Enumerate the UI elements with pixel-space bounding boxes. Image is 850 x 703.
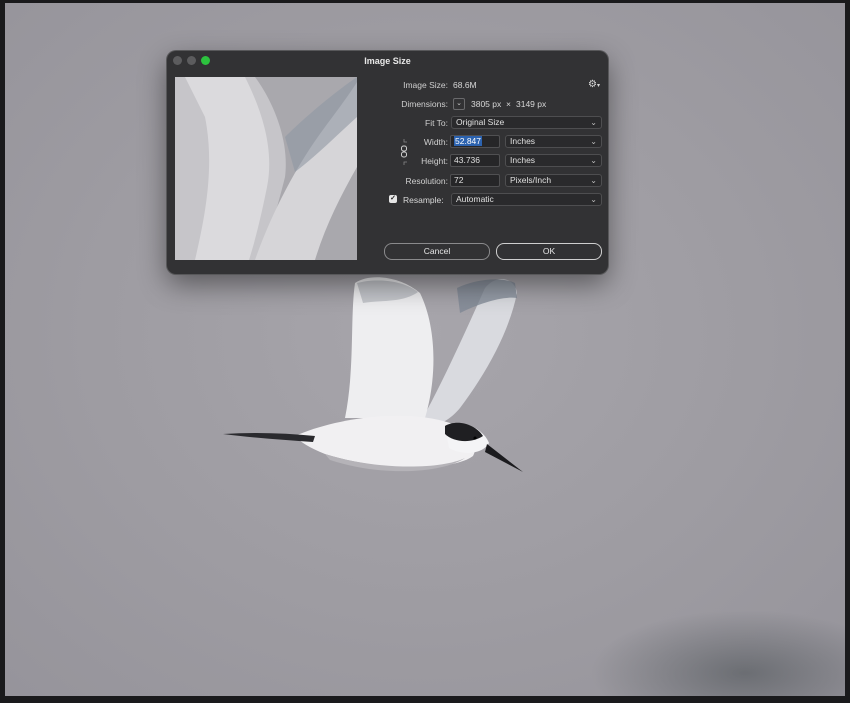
resolution-label: Resolution: — [405, 176, 448, 186]
gear-icon[interactable]: ⚙▾ — [588, 79, 600, 90]
fit-to-value: Original Size — [456, 117, 505, 127]
dimensions-label: Dimensions: — [401, 99, 448, 109]
width-value: 52.847 — [454, 136, 482, 146]
dialog-title: Image Size — [364, 56, 411, 66]
width-unit-select[interactable]: Inches ⌄ — [505, 135, 602, 148]
dimensions-height-value: 3149 px — [516, 99, 547, 109]
tern-photo — [223, 277, 523, 472]
resample-label: Resample: — [403, 195, 444, 205]
titlebar: Image Size — [167, 51, 608, 71]
width-unit-value: Inches — [510, 136, 536, 146]
ok-button[interactable]: OK — [496, 243, 602, 260]
resolution-input[interactable]: 72 — [450, 174, 500, 187]
resample-checkbox[interactable]: ✓ — [389, 195, 397, 203]
image-size-label: Image Size: — [403, 80, 448, 90]
chevron-down-icon: ⌄ — [456, 100, 462, 107]
chevron-down-icon: ⌄ — [590, 195, 597, 204]
cancel-button[interactable]: Cancel — [384, 243, 490, 260]
chevron-down-icon: ⌄ — [590, 137, 597, 146]
height-label: Height: — [421, 156, 448, 166]
dimensions-width-value: 3805 px — [471, 99, 502, 109]
height-input[interactable]: 43.736 — [450, 154, 500, 167]
resolution-value: 72 — [454, 175, 464, 185]
height-value: 43.736 — [454, 155, 480, 165]
dimensions-unit-dropdown[interactable]: ⌄ — [453, 98, 465, 110]
image-size-value: 68.6M — [453, 80, 477, 90]
height-unit-value: Inches — [510, 155, 536, 165]
dimensions-times: × — [506, 99, 511, 109]
chevron-down-icon: ⌄ — [590, 118, 597, 127]
image-size-dialog: Image Size ⚙▾ Image Size: 68.6M Dimensio… — [167, 51, 608, 274]
resolution-unit-select[interactable]: Pixels/Inch ⌄ — [505, 174, 602, 187]
fit-to-select[interactable]: Original Size ⌄ — [451, 116, 602, 129]
checkmark-icon: ✓ — [390, 195, 396, 202]
width-input[interactable]: 52.847 — [450, 135, 500, 148]
height-unit-select[interactable]: Inches ⌄ — [505, 154, 602, 167]
resample-value: Automatic — [456, 194, 494, 204]
chevron-down-icon: ⌄ — [590, 176, 597, 185]
image-preview[interactable] — [175, 77, 357, 260]
fit-to-label: Fit To: — [425, 118, 448, 128]
resolution-unit-value: Pixels/Inch — [510, 175, 552, 185]
resample-select[interactable]: Automatic ⌄ — [451, 193, 602, 206]
width-label: Width: — [423, 137, 448, 147]
chevron-down-icon: ⌄ — [590, 156, 597, 165]
